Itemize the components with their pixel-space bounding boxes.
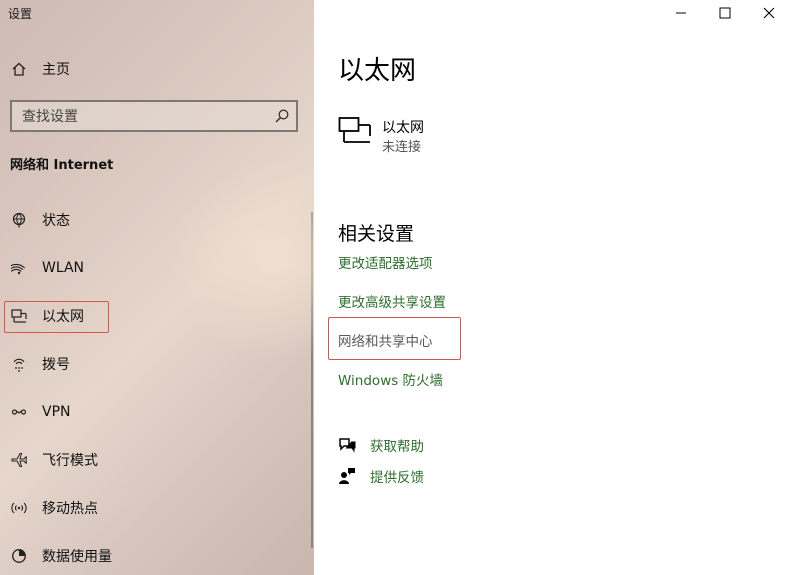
close-icon	[763, 7, 775, 19]
search-icon[interactable]	[274, 108, 290, 124]
feedback-icon	[338, 467, 356, 485]
sidebar-scrollbar[interactable]	[311, 212, 313, 548]
sidebar-item-home[interactable]: 主页	[0, 49, 300, 89]
home-icon	[10, 60, 28, 78]
adapter-name[interactable]: 以太网	[382, 117, 424, 137]
sidebar-item-label: 状态	[42, 213, 70, 229]
airplane-icon	[10, 451, 28, 469]
minimize-icon	[676, 12, 686, 14]
search-placeholder: 查找设置	[22, 109, 78, 125]
adapter-status: 未连接	[382, 140, 422, 155]
data-usage-icon	[10, 547, 28, 565]
page-title: 以太网	[338, 56, 417, 86]
sidebar-item-label: WLAN	[42, 260, 85, 276]
window-title: 设置	[8, 7, 33, 21]
search-input[interactable]: 查找设置	[10, 100, 298, 132]
wifi-icon	[10, 259, 28, 277]
main-content: 以太网 以太网 未连接 相关设置 更改适配器选项 更改高级共享设置 网络和共享中…	[314, 0, 792, 575]
sidebar-item-label: 移动热点	[42, 501, 98, 517]
sidebar-item-airplane[interactable]: 飞行模式	[0, 440, 300, 480]
dialup-icon	[10, 355, 28, 373]
sidebar-item-label: 数据使用量	[42, 549, 112, 565]
section-title: 网络和 Internet	[10, 158, 114, 173]
close-button[interactable]	[746, 0, 792, 26]
selection-highlight	[4, 301, 109, 333]
sidebar-item-status[interactable]: 状态	[0, 200, 300, 240]
status-globe-icon	[10, 211, 28, 229]
hotspot-icon	[10, 499, 28, 517]
help-chat-icon	[338, 436, 356, 454]
feedback-link[interactable]: 提供反馈	[338, 465, 424, 487]
help-link-label: 获取帮助	[370, 439, 424, 455]
maximize-button[interactable]	[702, 0, 748, 26]
related-settings-title: 相关设置	[338, 223, 415, 245]
sidebar-item-label: 拨号	[42, 357, 70, 373]
vpn-icon	[10, 403, 28, 421]
sidebar-item-label: 主页	[42, 62, 70, 78]
sidebar-item-label: 飞行模式	[42, 453, 98, 469]
sidebar-item-hotspot[interactable]: 移动热点	[0, 488, 300, 528]
minimize-button[interactable]	[658, 0, 704, 26]
link-windows-firewall[interactable]: Windows 防火墙	[338, 369, 443, 389]
sidebar-item-vpn[interactable]: VPN	[0, 392, 300, 432]
get-help-link[interactable]: 获取帮助	[338, 434, 424, 456]
link-advanced-sharing[interactable]: 更改高级共享设置	[338, 291, 446, 311]
sidebar-item-dialup[interactable]: 拨号	[0, 344, 300, 384]
maximize-icon	[719, 7, 731, 19]
sidebar-item-data-usage[interactable]: 数据使用量	[0, 536, 300, 575]
ethernet-adapter-icon	[338, 116, 372, 146]
sidebar-item-wlan[interactable]: WLAN	[0, 248, 300, 288]
feedback-link-label: 提供反馈	[370, 470, 424, 486]
sidebar: 设置 主页 查找设置 网络和 Internet 状态 WLAN 以太网 拨号 V…	[0, 0, 314, 575]
link-change-adapter-options[interactable]: 更改适配器选项	[338, 252, 433, 272]
link-highlight	[328, 317, 461, 360]
sidebar-item-label: VPN	[42, 404, 71, 420]
